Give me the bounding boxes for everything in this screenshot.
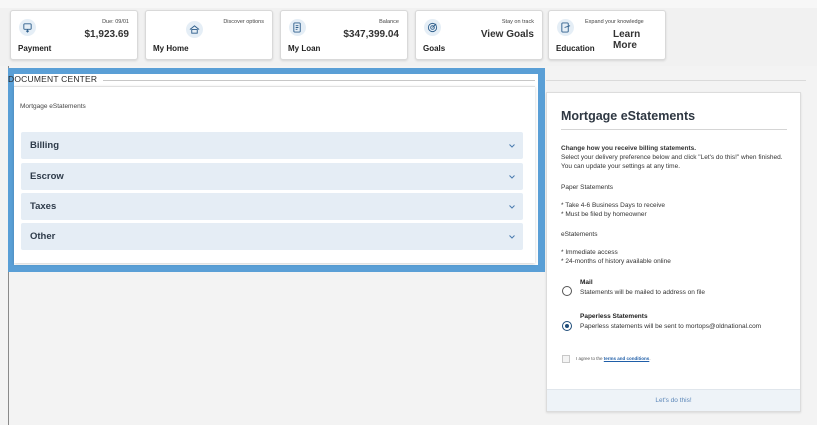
tile-payment[interactable]: Due: 09/01 $1,923.69 Payment xyxy=(10,10,138,60)
panel-title: Mortgage eStatements xyxy=(561,109,696,123)
education-caption: Expand your knowledge xyxy=(585,19,644,25)
loan-balance: $347,399.04 xyxy=(343,29,399,40)
paper-bullet: * Take 4-6 Business Days to receive xyxy=(561,202,665,209)
panel-heading: Change how you receive billing statement… xyxy=(561,145,697,152)
chevron-down-icon xyxy=(509,175,515,179)
learn-more-link: Learn More xyxy=(613,29,641,51)
document-center-title: DOCUMENT CENTER xyxy=(8,74,98,84)
accordion-escrow[interactable]: Escrow xyxy=(21,163,523,190)
estatements-heading: eStatements xyxy=(561,231,598,238)
document-center-subtitle: Mortgage eStatements xyxy=(20,103,86,110)
panel-footer: Let's do this! xyxy=(547,389,800,411)
goals-caption: Stay on track xyxy=(501,19,534,25)
mail-option-desc: Statements will be mailed to address on … xyxy=(580,289,706,296)
agree-suffix: . xyxy=(649,356,651,361)
accordion-other[interactable]: Other xyxy=(21,223,523,250)
chevron-down-icon xyxy=(509,144,515,148)
top-strip xyxy=(0,0,817,8)
loan-icon xyxy=(289,19,306,36)
terms-link[interactable]: terms and conditions xyxy=(604,356,650,361)
accordion-billing[interactable]: Billing xyxy=(21,132,523,159)
paper-heading: Paper Statements xyxy=(561,184,614,191)
mail-radio[interactable] xyxy=(562,286,572,296)
target-icon xyxy=(424,19,441,36)
paperless-option-desc: Paperless statements will be sent to mor… xyxy=(580,323,762,330)
education-icon xyxy=(557,19,574,36)
home-icon xyxy=(186,21,203,38)
accordion-label: Escrow xyxy=(30,171,64,182)
paperless-option-title: Paperless Statements xyxy=(580,313,648,320)
top-tiles-bar: Due: 09/01 $1,923.69 Payment Discover op… xyxy=(0,0,817,66)
accordion-label: Taxes xyxy=(30,201,57,212)
estatements-bullet: * Immediate access xyxy=(561,249,618,256)
payment-icon xyxy=(19,19,36,36)
loan-label: My Loan xyxy=(288,44,321,53)
agree-checkbox[interactable] xyxy=(562,355,570,363)
payment-amount: $1,923.69 xyxy=(84,29,130,40)
loan-caption: Balance xyxy=(379,19,399,25)
accordion-taxes[interactable]: Taxes xyxy=(21,193,523,220)
tile-education[interactable]: Expand your knowledge Learn More Educati… xyxy=(548,10,666,60)
title-divider xyxy=(103,80,535,81)
education-label: Education xyxy=(556,44,595,53)
lets-do-this-button[interactable]: Let's do this! xyxy=(547,397,800,404)
agree-prefix: I agree to the xyxy=(576,356,603,361)
payment-label: Payment xyxy=(18,44,52,53)
home-caption: Discover options xyxy=(223,19,264,25)
view-goals-link: View Goals xyxy=(480,29,534,40)
right-divider xyxy=(546,80,806,81)
estatements-panel: Mortgage eStatements Change how you rece… xyxy=(546,92,801,412)
tile-my-loan[interactable]: Balance $347,399.04 My Loan xyxy=(280,10,408,60)
paperless-radio[interactable] xyxy=(562,321,572,331)
home-label: My Home xyxy=(153,44,189,53)
mail-option-title: Mail xyxy=(580,279,593,286)
chevron-down-icon xyxy=(509,235,515,239)
goals-label: Goals xyxy=(423,44,446,53)
panel-divider xyxy=(561,129,787,130)
chevron-down-icon xyxy=(509,205,515,209)
paper-bullet: * Must be filed by homeowner xyxy=(561,211,647,218)
accordion-label: Other xyxy=(30,231,56,242)
estatements-bullet: * 24-months of history available online xyxy=(561,258,671,265)
panel-intro: Select your delivery preference below an… xyxy=(561,154,783,170)
tile-my-home[interactable]: Discover options My Home xyxy=(145,10,273,60)
accordion-label: Billing xyxy=(30,140,60,151)
tile-goals[interactable]: Stay on track View Goals Goals xyxy=(415,10,543,60)
agree-text: I agree to the terms and conditions. xyxy=(576,356,651,361)
payment-due-date: Due: 09/01 xyxy=(102,19,129,25)
